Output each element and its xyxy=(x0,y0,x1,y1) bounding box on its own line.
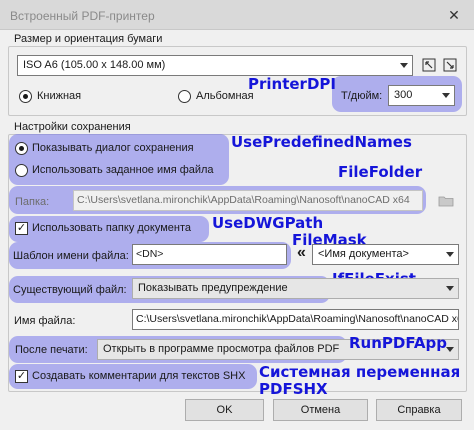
show-dialog-radio[interactable] xyxy=(15,142,28,155)
paper-size-select[interactable]: ISO A6 (105.00 x 148.00 мм) xyxy=(17,55,413,76)
ok-button[interactable]: OK xyxy=(185,399,264,421)
use-doc-folder-label: Использовать папку документа xyxy=(32,222,192,234)
annotation-printer-dpi: PrinterDPI xyxy=(248,75,336,93)
dpi-label: Т/дюйм: xyxy=(341,90,383,102)
portrait-radio[interactable] xyxy=(19,90,32,103)
folder-icon[interactable] xyxy=(438,193,454,209)
annotation-run-pdf-app: RunPDFApp xyxy=(349,334,447,352)
title-bar: Встроенный PDF-принтер ✕ xyxy=(0,0,474,30)
annotation-use-predefined: UsePredefinedNames xyxy=(231,133,412,151)
cancel-button[interactable]: Отмена xyxy=(273,399,368,421)
landscape-label: Альбомная xyxy=(196,90,254,102)
landscape-radio[interactable] xyxy=(178,90,191,103)
existing-value: Показывать предупреждение xyxy=(138,282,288,294)
filename-label: Имя файла: xyxy=(14,315,76,327)
after-print-label: После печати: xyxy=(15,344,88,356)
shx-comments-label: Создавать комментарии для текстов SHX xyxy=(32,370,246,382)
template-label: Шаблон имени файла: xyxy=(13,250,129,262)
existing-label: Существующий файл: xyxy=(13,284,127,296)
annotation-file-folder: FileFolder xyxy=(338,163,423,181)
save-group-title: Настройки сохранения xyxy=(14,121,131,133)
window-title: Встроенный PDF-принтер xyxy=(10,9,155,23)
paper-size-value: ISO A6 (105.00 x 148.00 мм) xyxy=(23,59,166,71)
use-name-label: Использовать заданное имя файла xyxy=(32,164,214,176)
close-icon[interactable]: ✕ xyxy=(442,6,466,24)
chevron-down-icon xyxy=(446,347,454,352)
help-button[interactable]: Справка xyxy=(376,399,462,421)
chevron-down-icon xyxy=(446,286,454,291)
existing-select[interactable]: Показывать предупреждение xyxy=(132,278,459,299)
chevron-down-icon xyxy=(446,252,454,257)
folder-label: Папка: xyxy=(15,196,50,208)
shrink-icon[interactable] xyxy=(442,57,458,73)
use-doc-folder-checkbox[interactable]: ✓ xyxy=(15,222,28,235)
after-print-value: Открыть в программе просмотра файлов PDF xyxy=(103,343,340,355)
annotation-pdfshx-line1: Системная переменная xyxy=(259,363,461,381)
expand-icon[interactable] xyxy=(421,57,437,73)
use-name-radio[interactable] xyxy=(15,164,28,177)
chevron-down-icon xyxy=(400,63,408,68)
annotation-use-dwg-path: UseDWGPath xyxy=(212,214,324,232)
annotation-pdfshx-line2: PDFSHX xyxy=(259,380,328,398)
shx-comments-checkbox[interactable]: ✓ xyxy=(15,370,28,383)
paper-group-title: Размер и ориентация бумаги xyxy=(14,33,163,45)
filename-field[interactable]: C:\Users\svetlana.mironchik\AppData\Roam… xyxy=(132,309,459,330)
template-select[interactable]: <Имя документа> xyxy=(312,244,459,265)
dpi-value: 300 xyxy=(394,89,413,101)
template-field[interactable]: <DN> xyxy=(132,244,287,265)
show-dialog-label: Показывать диалог сохранения xyxy=(32,142,194,154)
template-select-value: <Имя документа> xyxy=(318,248,409,260)
dpi-select[interactable]: 300 xyxy=(388,85,455,106)
folder-field[interactable]: C:\Users\svetlana.mironchik\AppData\Roam… xyxy=(73,190,423,211)
chevron-down-icon xyxy=(442,93,450,98)
portrait-label: Книжная xyxy=(37,90,82,102)
insert-arrow-icon[interactable]: « xyxy=(297,244,306,262)
